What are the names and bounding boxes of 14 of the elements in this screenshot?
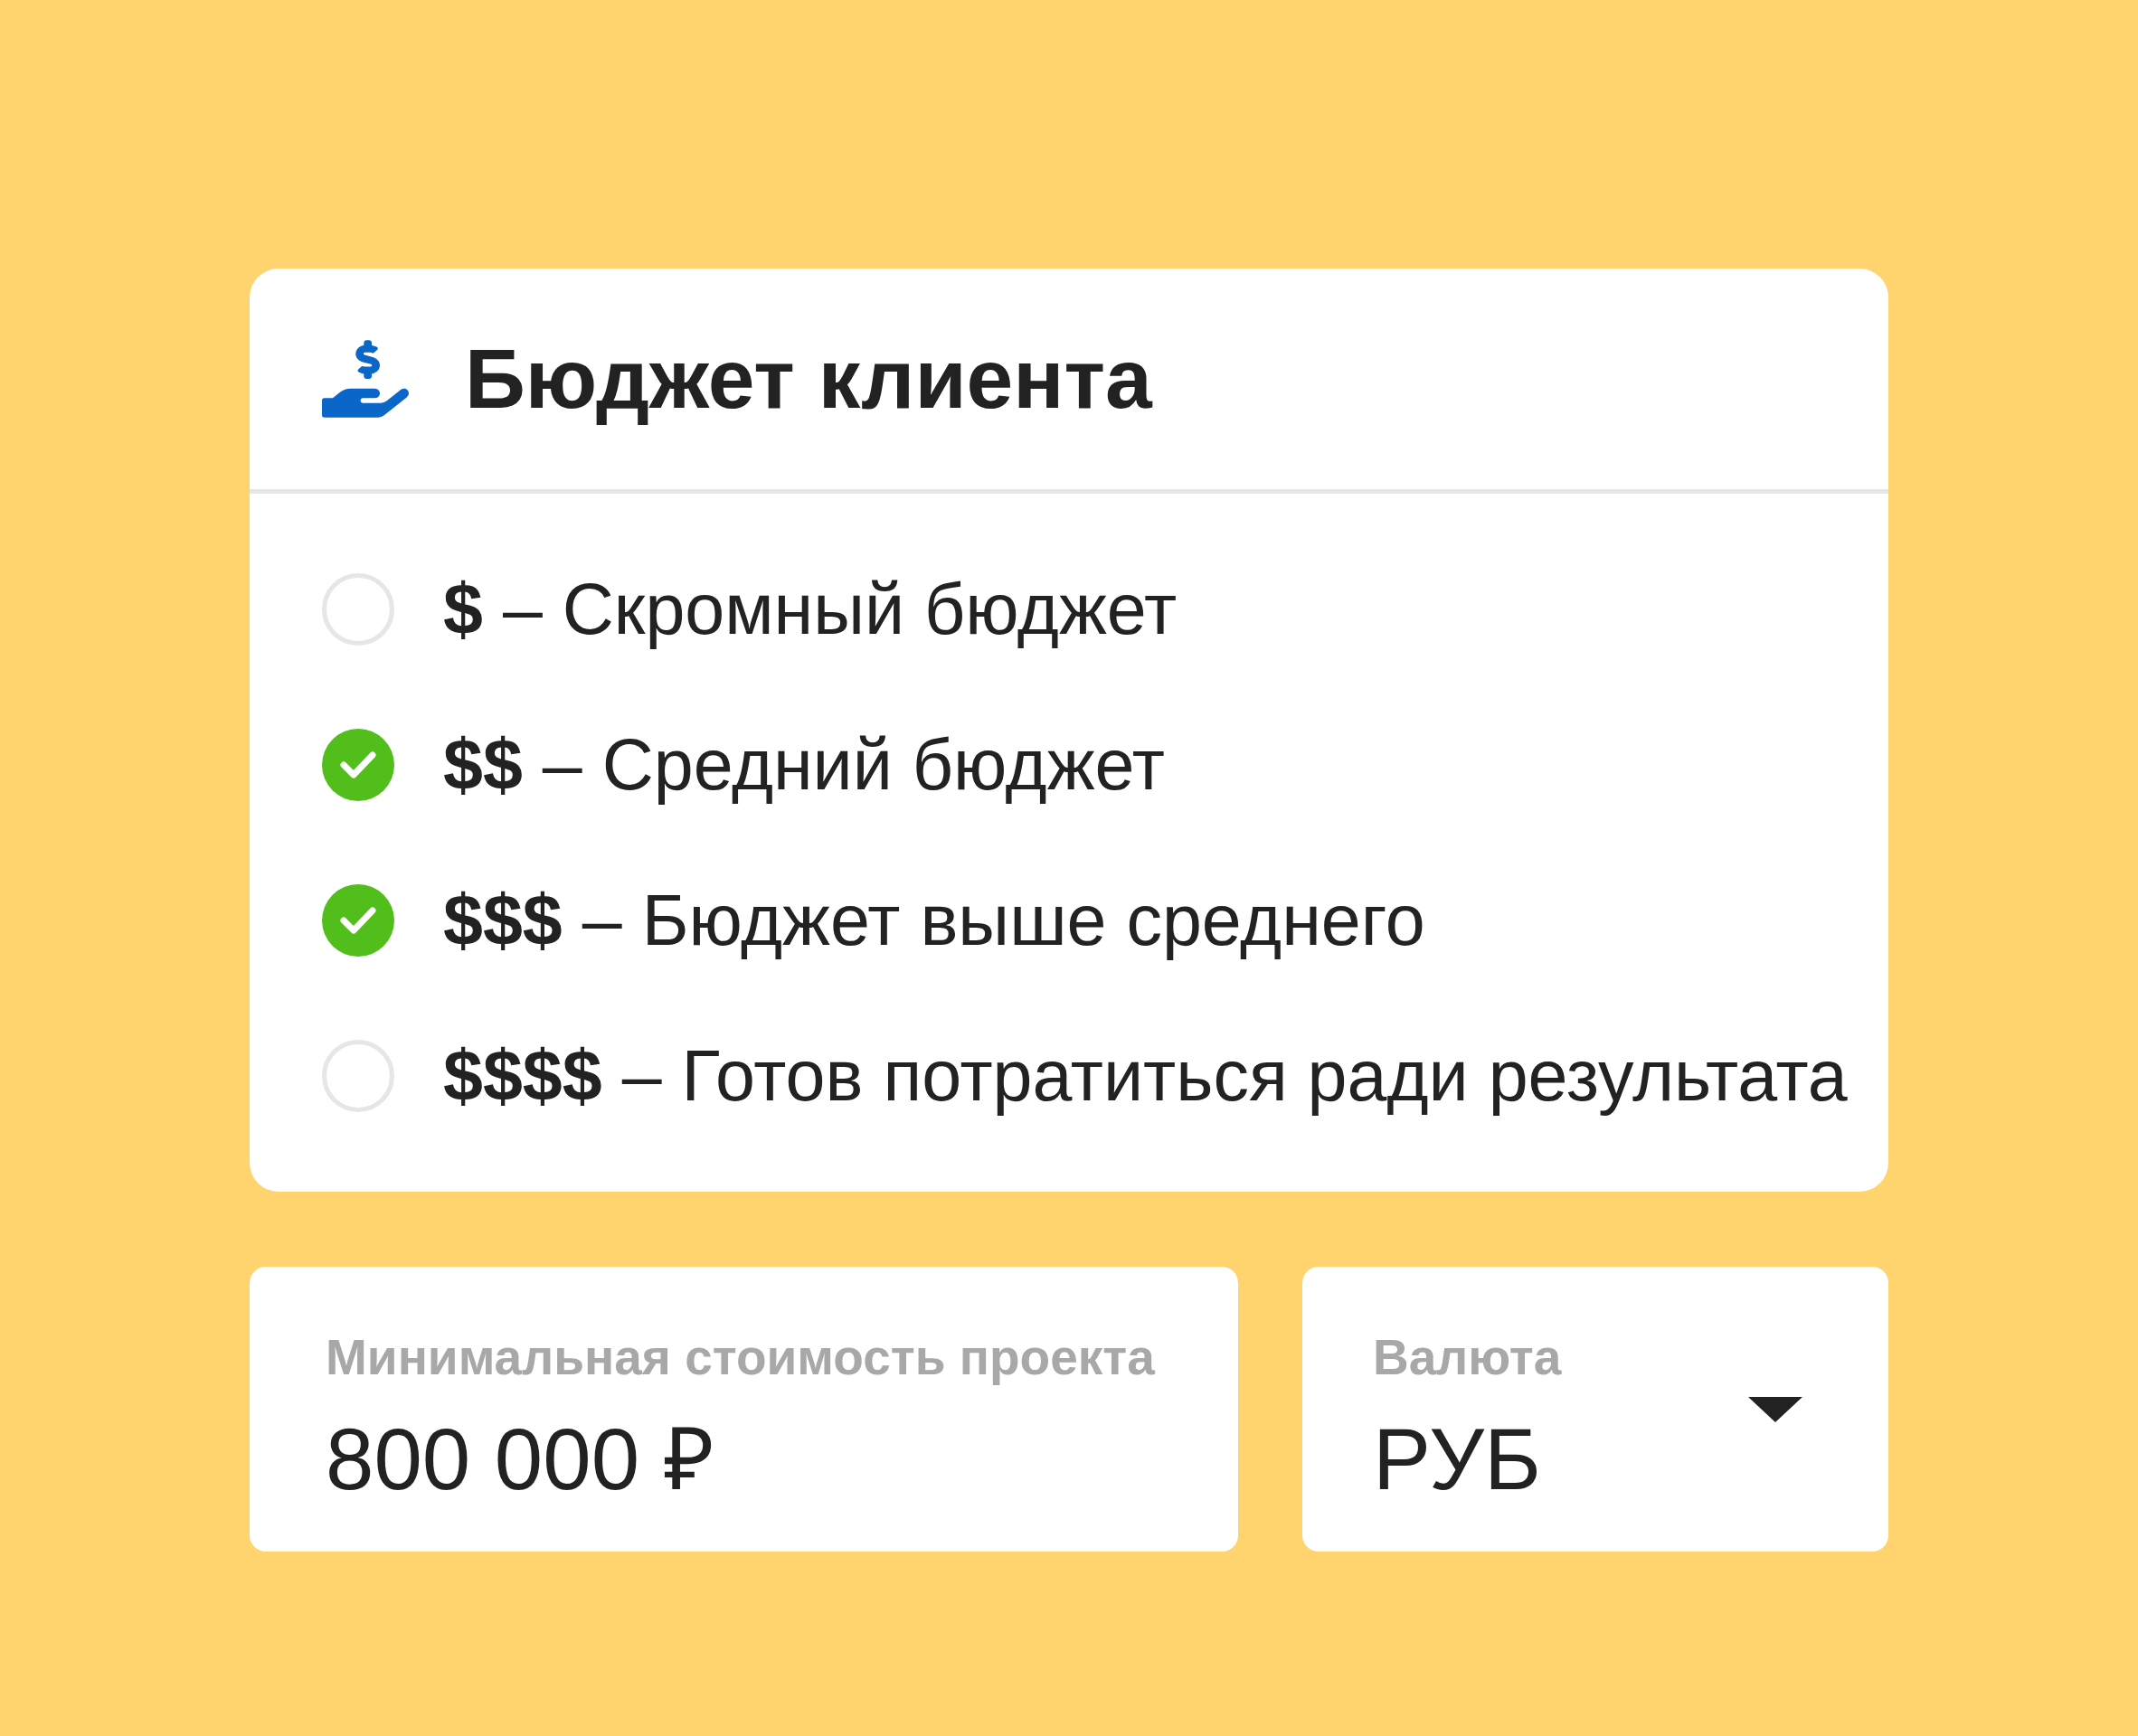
field-value: РУБ xyxy=(1373,1410,1542,1509)
input-field[interactable]: Минимальная стоимость проекта 800 000 ₽ xyxy=(250,1267,1238,1552)
field-label: Минимальная стоимость проекта xyxy=(326,1328,1157,1387)
tick-icon xyxy=(340,750,376,779)
card-title: Бюджет клиента xyxy=(465,330,1152,428)
option-label: $$ – Средний бюджет xyxy=(443,722,1166,807)
option-label: $$$ – Бюджет выше среднего xyxy=(443,878,1425,962)
field-label: Валюта xyxy=(1373,1328,1563,1387)
field-value: 800 000 ₽ xyxy=(326,1410,715,1509)
tick-icon xyxy=(340,906,376,935)
option-label: $ – Скромный бюджет xyxy=(443,567,1178,651)
option-label: $$$$ – Готов потратиться ради результата xyxy=(443,1033,1848,1118)
dropdown-field[interactable]: Валюта РУБ xyxy=(1302,1267,1888,1552)
caret-icon xyxy=(1748,1396,1802,1422)
